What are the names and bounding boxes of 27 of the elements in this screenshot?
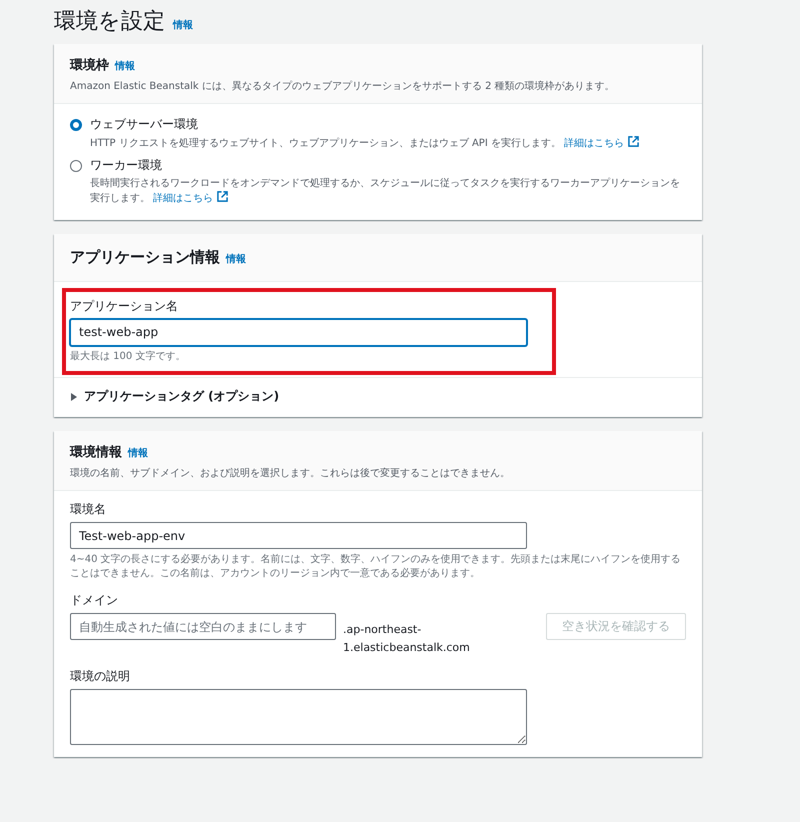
option-label[interactable]: ウェブサーバー環境 <box>90 116 640 133</box>
option-label[interactable]: ワーカー環境 <box>90 156 686 174</box>
info-link[interactable]: 情報 <box>115 59 135 73</box>
input-field[interactable]: Test-web-app-env <box>70 522 527 549</box>
input-field[interactable]: 自動生成された値には空白のままにします <box>70 613 336 640</box>
input-field[interactable]: test-web-app <box>70 318 527 346</box>
field-hint: 4~40 文字の長さにする必要があります。名前には、文字、数字、ハイフンのみを使用できます。先頭または末尾にハイフンを使用することはできません。この名前は、アカウントのリージョン内で一意である必要があります。 <box>70 553 682 580</box>
option-description: HTTP リクエストを処理するウェブサイト、ウェブアプリケーション、またはウェブ API を実行します。 詳細はこちら <box>90 136 640 152</box>
field-hint: 最大長は 100 文字です。 <box>70 350 186 363</box>
learn-more-link[interactable]: 詳細はこちら <box>153 193 228 204</box>
field-label: 環境名 <box>70 501 107 518</box>
info-link[interactable]: 情報 <box>128 446 148 460</box>
section-title: 環境枠 <box>70 56 109 74</box>
option-description: 長時間実行されるワークロードをオンデマンドで処理するか、スケジュールに従ってタスクを実行するワーカーアプリケーションを実行します。 詳細はこちら <box>90 176 681 206</box>
field-label: アプリケーション名 <box>70 298 179 314</box>
info-link[interactable]: 情報 <box>226 252 246 266</box>
field-label: 環境の説明 <box>70 668 131 686</box>
expander-toggle[interactable]: アプリケーションタグ (オプション) <box>84 388 280 405</box>
field-label: ドメイン <box>70 592 119 609</box>
section-title: 環境情報 <box>70 444 122 461</box>
domain-suffix: .ap-northeast- 1.elasticbeanstalk.com <box>343 622 471 656</box>
page-title: 環境を設定 <box>54 8 165 36</box>
info-link[interactable]: 情報 <box>173 18 193 32</box>
section-description: 環境の名前、サブドメイン、および説明を選択します。これらは後で変更することはできません。 <box>70 467 511 480</box>
section-description: Amazon Elastic Beanstalk には、異なるタイプのウェブアプリケーションをサポートする 2 種類の環境枠があります。 <box>70 80 616 93</box>
section-title: アプリケーション情報 <box>70 248 220 266</box>
learn-more-link[interactable]: 詳細はこちら <box>564 138 640 149</box>
